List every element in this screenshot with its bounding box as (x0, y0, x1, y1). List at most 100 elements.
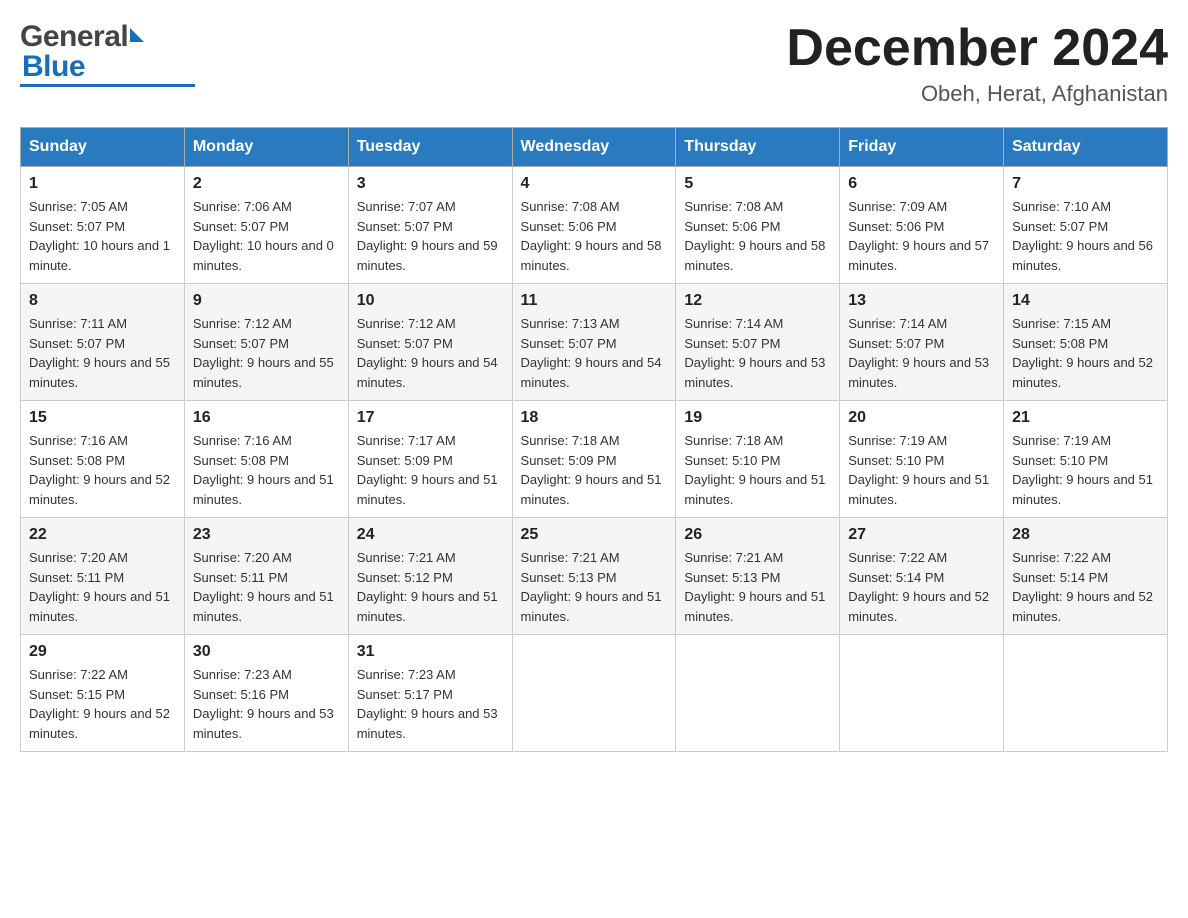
day-info: Sunrise: 7:16 AMSunset: 5:08 PMDaylight:… (193, 433, 334, 507)
day-number: 15 (29, 409, 176, 427)
day-info: Sunrise: 7:08 AMSunset: 5:06 PMDaylight:… (521, 199, 662, 273)
table-row: 12 Sunrise: 7:14 AMSunset: 5:07 PMDaylig… (676, 284, 840, 401)
day-number: 8 (29, 292, 176, 310)
table-row: 19 Sunrise: 7:18 AMSunset: 5:10 PMDaylig… (676, 401, 840, 518)
day-info: Sunrise: 7:17 AMSunset: 5:09 PMDaylight:… (357, 433, 498, 507)
logo-arrow-icon (130, 28, 144, 42)
day-number: 24 (357, 526, 504, 544)
day-number: 25 (521, 526, 668, 544)
day-number: 20 (848, 409, 995, 427)
day-number: 13 (848, 292, 995, 310)
day-info: Sunrise: 7:22 AMSunset: 5:15 PMDaylight:… (29, 667, 170, 741)
col-friday: Friday (840, 128, 1004, 167)
day-info: Sunrise: 7:13 AMSunset: 5:07 PMDaylight:… (521, 316, 662, 390)
day-number: 3 (357, 175, 504, 193)
day-info: Sunrise: 7:14 AMSunset: 5:07 PMDaylight:… (848, 316, 989, 390)
day-info: Sunrise: 7:07 AMSunset: 5:07 PMDaylight:… (357, 199, 498, 273)
table-row: 10 Sunrise: 7:12 AMSunset: 5:07 PMDaylig… (348, 284, 512, 401)
calendar-week-row: 1 Sunrise: 7:05 AMSunset: 5:07 PMDayligh… (21, 167, 1168, 284)
table-row: 6 Sunrise: 7:09 AMSunset: 5:06 PMDayligh… (840, 167, 1004, 284)
table-row: 31 Sunrise: 7:23 AMSunset: 5:17 PMDaylig… (348, 635, 512, 752)
day-info: Sunrise: 7:12 AMSunset: 5:07 PMDaylight:… (193, 316, 334, 390)
col-thursday: Thursday (676, 128, 840, 167)
day-number: 12 (684, 292, 831, 310)
day-info: Sunrise: 7:21 AMSunset: 5:12 PMDaylight:… (357, 550, 498, 624)
day-number: 23 (193, 526, 340, 544)
day-number: 29 (29, 643, 176, 661)
logo-underline (20, 84, 195, 87)
day-info: Sunrise: 7:09 AMSunset: 5:06 PMDaylight:… (848, 199, 989, 273)
page-header: General Blue December 2024 Obeh, Herat, … (20, 20, 1168, 107)
table-row: 15 Sunrise: 7:16 AMSunset: 5:08 PMDaylig… (21, 401, 185, 518)
table-row: 29 Sunrise: 7:22 AMSunset: 5:15 PMDaylig… (21, 635, 185, 752)
table-row: 5 Sunrise: 7:08 AMSunset: 5:06 PMDayligh… (676, 167, 840, 284)
table-row (1004, 635, 1168, 752)
day-info: Sunrise: 7:12 AMSunset: 5:07 PMDaylight:… (357, 316, 498, 390)
day-number: 5 (684, 175, 831, 193)
month-title: December 2024 (786, 20, 1168, 77)
table-row: 7 Sunrise: 7:10 AMSunset: 5:07 PMDayligh… (1004, 167, 1168, 284)
day-info: Sunrise: 7:19 AMSunset: 5:10 PMDaylight:… (848, 433, 989, 507)
calendar-week-row: 15 Sunrise: 7:16 AMSunset: 5:08 PMDaylig… (21, 401, 1168, 518)
table-row: 17 Sunrise: 7:17 AMSunset: 5:09 PMDaylig… (348, 401, 512, 518)
day-number: 4 (521, 175, 668, 193)
table-row (512, 635, 676, 752)
table-row: 20 Sunrise: 7:19 AMSunset: 5:10 PMDaylig… (840, 401, 1004, 518)
day-info: Sunrise: 7:20 AMSunset: 5:11 PMDaylight:… (193, 550, 334, 624)
table-row: 24 Sunrise: 7:21 AMSunset: 5:12 PMDaylig… (348, 518, 512, 635)
day-number: 1 (29, 175, 176, 193)
table-row: 28 Sunrise: 7:22 AMSunset: 5:14 PMDaylig… (1004, 518, 1168, 635)
day-info: Sunrise: 7:11 AMSunset: 5:07 PMDaylight:… (29, 316, 170, 390)
day-number: 31 (357, 643, 504, 661)
day-info: Sunrise: 7:14 AMSunset: 5:07 PMDaylight:… (684, 316, 825, 390)
calendar-week-row: 22 Sunrise: 7:20 AMSunset: 5:11 PMDaylig… (21, 518, 1168, 635)
day-info: Sunrise: 7:20 AMSunset: 5:11 PMDaylight:… (29, 550, 170, 624)
day-info: Sunrise: 7:15 AMSunset: 5:08 PMDaylight:… (1012, 316, 1153, 390)
table-row: 23 Sunrise: 7:20 AMSunset: 5:11 PMDaylig… (184, 518, 348, 635)
day-number: 18 (521, 409, 668, 427)
table-row: 4 Sunrise: 7:08 AMSunset: 5:06 PMDayligh… (512, 167, 676, 284)
day-number: 21 (1012, 409, 1159, 427)
day-info: Sunrise: 7:18 AMSunset: 5:10 PMDaylight:… (684, 433, 825, 507)
day-info: Sunrise: 7:22 AMSunset: 5:14 PMDaylight:… (1012, 550, 1153, 624)
calendar-table: Sunday Monday Tuesday Wednesday Thursday… (20, 127, 1168, 752)
table-row: 26 Sunrise: 7:21 AMSunset: 5:13 PMDaylig… (676, 518, 840, 635)
table-row: 14 Sunrise: 7:15 AMSunset: 5:08 PMDaylig… (1004, 284, 1168, 401)
col-sunday: Sunday (21, 128, 185, 167)
day-info: Sunrise: 7:23 AMSunset: 5:16 PMDaylight:… (193, 667, 334, 741)
day-info: Sunrise: 7:23 AMSunset: 5:17 PMDaylight:… (357, 667, 498, 741)
day-number: 11 (521, 292, 668, 310)
day-number: 9 (193, 292, 340, 310)
day-info: Sunrise: 7:22 AMSunset: 5:14 PMDaylight:… (848, 550, 989, 624)
day-number: 6 (848, 175, 995, 193)
calendar-week-row: 29 Sunrise: 7:22 AMSunset: 5:15 PMDaylig… (21, 635, 1168, 752)
logo-general-text: General (20, 20, 128, 54)
table-row: 1 Sunrise: 7:05 AMSunset: 5:07 PMDayligh… (21, 167, 185, 284)
table-row: 16 Sunrise: 7:16 AMSunset: 5:08 PMDaylig… (184, 401, 348, 518)
table-row (840, 635, 1004, 752)
col-monday: Monday (184, 128, 348, 167)
day-number: 17 (357, 409, 504, 427)
calendar-header-row: Sunday Monday Tuesday Wednesday Thursday… (21, 128, 1168, 167)
table-row: 18 Sunrise: 7:18 AMSunset: 5:09 PMDaylig… (512, 401, 676, 518)
day-number: 27 (848, 526, 995, 544)
logo-blue-text: Blue (22, 50, 85, 84)
day-info: Sunrise: 7:21 AMSunset: 5:13 PMDaylight:… (684, 550, 825, 624)
day-number: 14 (1012, 292, 1159, 310)
table-row: 25 Sunrise: 7:21 AMSunset: 5:13 PMDaylig… (512, 518, 676, 635)
calendar-week-row: 8 Sunrise: 7:11 AMSunset: 5:07 PMDayligh… (21, 284, 1168, 401)
day-number: 2 (193, 175, 340, 193)
table-row (676, 635, 840, 752)
table-row: 9 Sunrise: 7:12 AMSunset: 5:07 PMDayligh… (184, 284, 348, 401)
day-info: Sunrise: 7:10 AMSunset: 5:07 PMDaylight:… (1012, 199, 1153, 273)
day-number: 19 (684, 409, 831, 427)
day-number: 22 (29, 526, 176, 544)
day-info: Sunrise: 7:06 AMSunset: 5:07 PMDaylight:… (193, 199, 334, 273)
table-row: 13 Sunrise: 7:14 AMSunset: 5:07 PMDaylig… (840, 284, 1004, 401)
col-tuesday: Tuesday (348, 128, 512, 167)
day-info: Sunrise: 7:16 AMSunset: 5:08 PMDaylight:… (29, 433, 170, 507)
table-row: 22 Sunrise: 7:20 AMSunset: 5:11 PMDaylig… (21, 518, 185, 635)
col-wednesday: Wednesday (512, 128, 676, 167)
day-number: 7 (1012, 175, 1159, 193)
day-number: 30 (193, 643, 340, 661)
